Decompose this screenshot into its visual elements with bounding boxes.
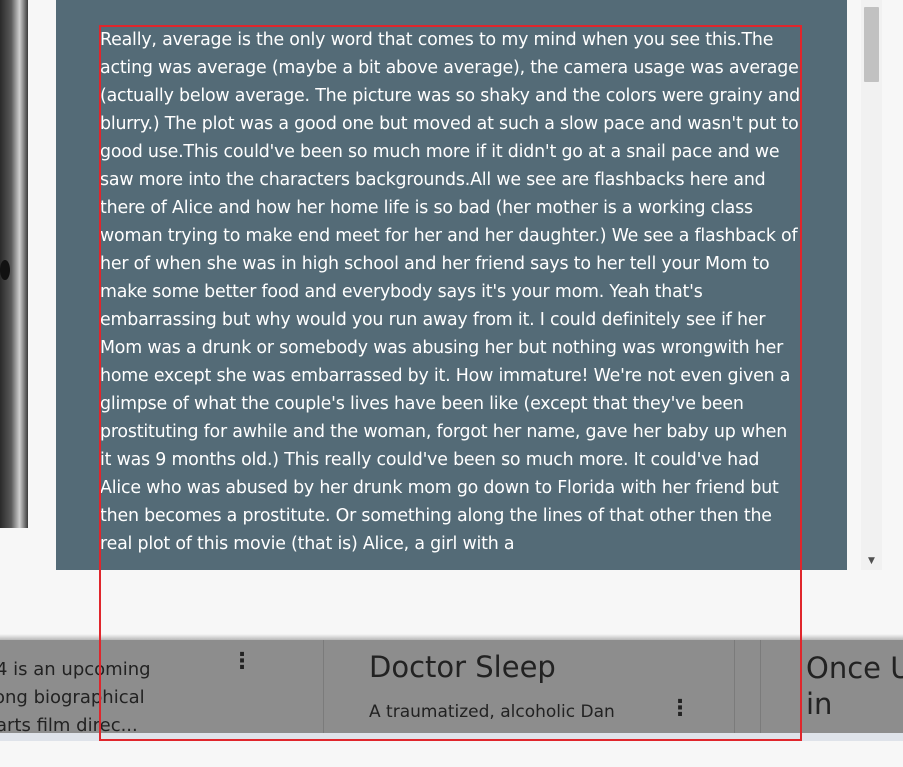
movie-poster-image <box>0 0 28 528</box>
more-options-icon[interactable]: ⋮ <box>231 651 253 684</box>
scroll-down-arrow-icon[interactable]: ▼ <box>861 552 882 570</box>
movie-card-description: 4 is an upcoming ong biographical arts f… <box>0 656 200 733</box>
more-options-icon[interactable]: ⋮ <box>669 698 691 731</box>
scrollbar-thumb[interactable] <box>864 7 879 82</box>
movie-card[interactable]: Once U in <box>760 640 903 733</box>
page-footer-bar <box>0 733 903 741</box>
movie-card-carousel: 4 is an upcoming ong biographical arts f… <box>0 634 903 740</box>
movie-card-description: A traumatized, alcoholic Dan <box>369 702 615 722</box>
review-panel: Really, average is the only word that co… <box>56 0 847 570</box>
movie-card[interactable]: Doctor Sleep A traumatized, alcoholic Da… <box>323 640 735 733</box>
movie-card-title[interactable]: Doctor Sleep <box>369 650 556 684</box>
review-scrollbar[interactable]: ▼ <box>861 0 882 570</box>
review-text: Really, average is the only word that co… <box>100 30 800 554</box>
movie-card-title[interactable]: Once U in <box>806 650 903 722</box>
description-line: 4 is an upcoming <box>0 659 151 680</box>
movie-card[interactable]: 4 is an upcoming ong biographical arts f… <box>0 640 268 733</box>
description-line: arts film direc... <box>0 715 138 733</box>
description-line: ong biographical <box>0 687 145 708</box>
